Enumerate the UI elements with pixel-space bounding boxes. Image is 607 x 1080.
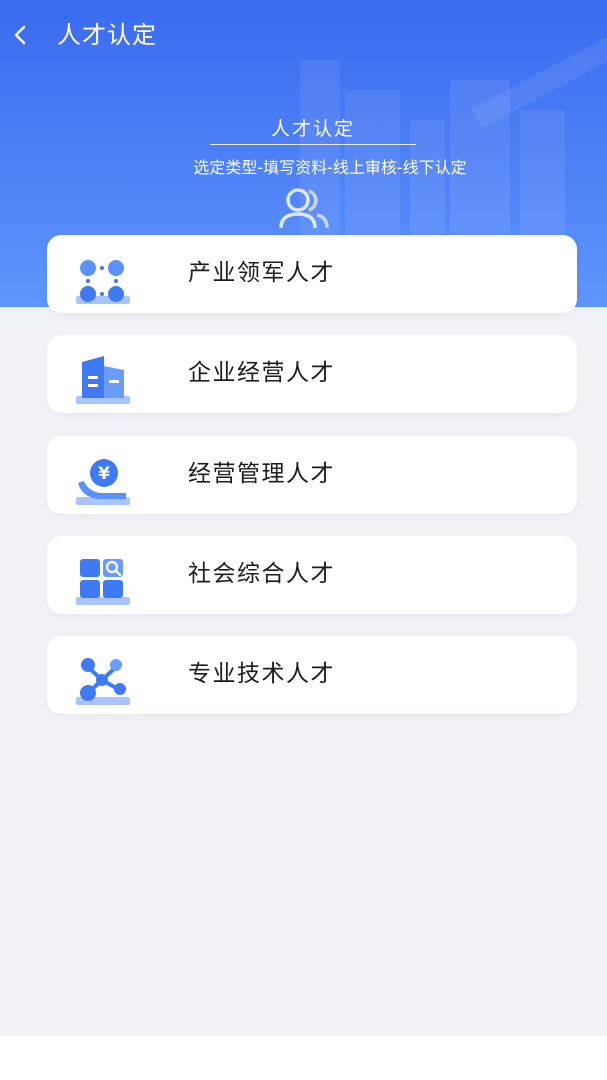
category-card-professional-technical[interactable]: 专业技术人才 [47, 636, 577, 714]
yuan-hand-icon: ¥ [76, 459, 130, 505]
bottom-bar [0, 1036, 607, 1080]
card-label: 社会综合人才 [188, 561, 335, 587]
category-card-industry-leader[interactable]: 产业领军人才 [47, 235, 577, 313]
chevron-left-icon [14, 25, 26, 45]
banner-title: 人才认定 [270, 118, 355, 140]
card-label: 专业技术人才 [188, 661, 335, 687]
category-card-social-comprehensive[interactable]: 社会综合人才 [47, 536, 577, 614]
users-icon [279, 188, 329, 229]
banner-divider [210, 144, 416, 145]
dots-grid-icon [76, 260, 130, 304]
navbar: 人才认定 [0, 0, 607, 70]
category-card-enterprise-operation[interactable]: 企业经营人才 [47, 335, 577, 413]
category-card-business-management[interactable]: ¥ 经营管理人才 [47, 436, 577, 514]
card-label: 产业领军人才 [188, 260, 335, 286]
banner-subtitle: 选定类型-填写资料-线上审核-线下认定 [193, 158, 467, 177]
page-title: 人才认定 [57, 21, 157, 49]
svg-text:¥: ¥ [98, 464, 110, 484]
building-icon [76, 356, 130, 404]
grid-search-icon [76, 559, 130, 605]
card-label: 经营管理人才 [188, 461, 335, 487]
back-button[interactable] [0, 10, 40, 60]
network-icon [76, 658, 130, 705]
card-label: 企业经营人才 [188, 360, 335, 386]
